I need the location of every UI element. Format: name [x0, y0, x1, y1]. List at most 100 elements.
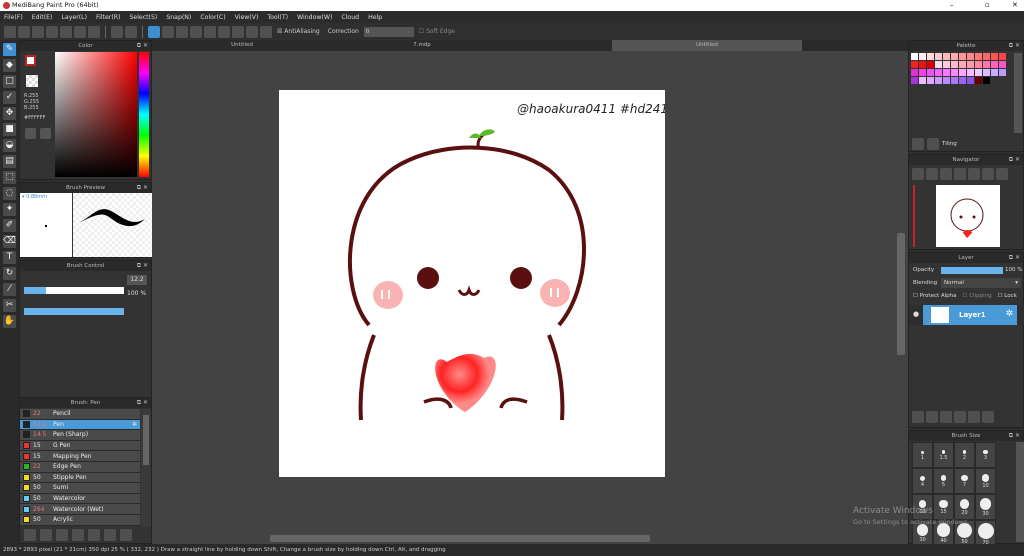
palette-swatch[interactable] — [919, 53, 926, 60]
maximize-button[interactable]: ▫ — [985, 0, 990, 11]
brush-list-item[interactable]: 22 Pencil — [20, 409, 140, 420]
brush-settings-icon[interactable] — [72, 529, 84, 541]
menu-item[interactable]: View(V) — [235, 14, 259, 21]
palette-swatch[interactable] — [919, 69, 926, 76]
brush-list-item[interactable]: 15 Mapping Pen — [20, 451, 140, 462]
check-tool-icon[interactable]: ✓ — [3, 91, 16, 104]
palette-swatch[interactable] — [999, 53, 1006, 60]
copy-brush-icon[interactable] — [104, 529, 116, 541]
visibility-icon[interactable]: ● — [913, 310, 919, 318]
text-tool-icon[interactable]: T — [3, 251, 16, 264]
layer-settings-icon[interactable]: ✲ — [1005, 309, 1013, 319]
message-icon[interactable] — [46, 25, 58, 38]
flip-icon[interactable] — [982, 168, 994, 180]
palette-swatch[interactable] — [943, 61, 950, 68]
foreground-color-swatch[interactable] — [25, 55, 36, 66]
palette-swatch[interactable] — [911, 61, 918, 68]
menu-item[interactable]: Snap(N) — [166, 14, 191, 21]
navigator-thumbnail[interactable] — [936, 185, 1000, 247]
palette-swatch[interactable] — [951, 61, 958, 68]
rotate-right-icon[interactable] — [996, 168, 1008, 180]
menu-item[interactable]: Color(C) — [200, 14, 225, 21]
brush-list-item[interactable]: 50 Acrylic — [20, 514, 140, 526]
zoom-in-icon[interactable] — [926, 168, 938, 180]
select-pen-tool-icon[interactable]: ✐ — [3, 219, 16, 232]
add-brush-icon[interactable] — [56, 529, 68, 541]
hand-tool-icon[interactable]: ✋ — [3, 315, 16, 328]
brush-size-cell[interactable]: 2 — [954, 442, 975, 468]
parallel-snap-icon[interactable] — [162, 25, 174, 38]
menu-item[interactable]: Edit(E) — [32, 14, 53, 21]
select-eraser-tool-icon[interactable]: ⌫ — [3, 235, 16, 248]
palette-swatch[interactable] — [983, 53, 990, 60]
comment-icon[interactable] — [32, 25, 44, 38]
brush-list-item[interactable]: 15 G Pen — [20, 440, 140, 452]
palette-swatch[interactable] — [911, 69, 918, 76]
palette-swatch[interactable] — [943, 53, 950, 60]
tab-document[interactable]: Untitled — [612, 40, 802, 51]
antialiasing-checkbox[interactable]: ☒ AntiAliasing — [277, 28, 320, 35]
tab-document[interactable]: Untitled — [152, 40, 332, 51]
brush-list-scrollbar[interactable] — [141, 409, 151, 527]
palette-swatch[interactable] — [959, 69, 966, 76]
page-icon[interactable] — [60, 25, 72, 38]
palette-swatch[interactable] — [927, 61, 934, 68]
snap-off-icon[interactable] — [148, 25, 160, 38]
rotate-left-icon[interactable] — [968, 168, 980, 180]
brush-size-slider[interactable] — [24, 287, 124, 294]
move-tool-icon[interactable]: ✥ — [3, 107, 16, 120]
canvas-vertical-scrollbar[interactable] — [897, 233, 905, 355]
clipping-checkbox[interactable]: ☐ Clipping — [963, 293, 992, 299]
lasso-tool-icon[interactable]: ◌ — [3, 187, 16, 200]
brush-size-cell[interactable]: 3 — [975, 442, 996, 468]
duplicate-layer-icon[interactable] — [982, 411, 994, 423]
protect-alpha-checkbox[interactable]: ☐ Protect Alpha — [913, 293, 957, 299]
grid-icon[interactable] — [88, 25, 100, 38]
menu-item[interactable]: Cloud — [341, 14, 359, 21]
palette-swatch[interactable] — [991, 69, 998, 76]
add-layer-menu-icon[interactable] — [954, 411, 966, 423]
cloud-brush-icon[interactable] — [24, 529, 36, 541]
tab-document[interactable]: 7.mdp — [332, 40, 512, 51]
brush-list-item[interactable]: 264 Watercolor (Wet) — [20, 504, 140, 515]
palette-swatch[interactable] — [951, 77, 958, 84]
color-wheel-icon[interactable] — [25, 128, 36, 139]
palette-swatch[interactable] — [935, 77, 942, 84]
palette-swatch[interactable] — [959, 61, 966, 68]
operation-tool-icon[interactable]: ↻ — [3, 267, 16, 280]
brush-size-cell[interactable]: 7 — [954, 468, 975, 494]
palette-swatch[interactable] — [927, 69, 934, 76]
zoom-out-icon[interactable] — [954, 168, 966, 180]
zoom-reset-icon[interactable] — [912, 168, 924, 180]
share-icon[interactable] — [18, 25, 30, 38]
divide-tool-icon[interactable]: ✂ — [3, 299, 16, 312]
brush-list-item[interactable]: 14.5 Pen (Sharp) — [20, 430, 140, 441]
palette-swatch[interactable] — [927, 53, 934, 60]
palette-swatch[interactable] — [959, 53, 966, 60]
palette-scrollbar[interactable] — [1014, 53, 1022, 133]
palette-swatch[interactable] — [919, 61, 926, 68]
palette-swatch[interactable] — [999, 61, 1006, 68]
menu-item[interactable]: Filter(R) — [96, 14, 120, 21]
radial-snap-icon[interactable] — [204, 25, 216, 38]
brush-size-cell[interactable]: 30 — [975, 494, 996, 520]
brush-size-scrollbar[interactable] — [1016, 442, 1024, 542]
gradient-tool-icon[interactable]: ▤ — [3, 155, 16, 168]
transparent-color-swatch[interactable] — [26, 75, 38, 87]
palette-swatch[interactable] — [967, 77, 974, 84]
layer-opacity-slider[interactable] — [941, 267, 1003, 274]
palette-swatch[interactable] — [967, 53, 974, 60]
circle-snap-icon[interactable] — [218, 25, 230, 38]
menu-item[interactable]: Layer(L) — [61, 14, 87, 21]
palette-swatch[interactable] — [991, 53, 998, 60]
brush-list-item[interactable]: 12.2 Pen ✲ — [20, 419, 140, 431]
palette-swatch[interactable] — [911, 53, 918, 60]
dot-tool-icon[interactable]: □ — [3, 75, 16, 88]
palette-swatch[interactable] — [951, 69, 958, 76]
fit-icon[interactable] — [940, 168, 952, 180]
palette-swatch[interactable] — [983, 61, 990, 68]
palette-swatch[interactable] — [919, 77, 926, 84]
palette-swatch[interactable] — [967, 61, 974, 68]
eyedropper-tool-icon[interactable]: ⁄ — [3, 283, 16, 296]
palette-swatch[interactable] — [935, 61, 942, 68]
